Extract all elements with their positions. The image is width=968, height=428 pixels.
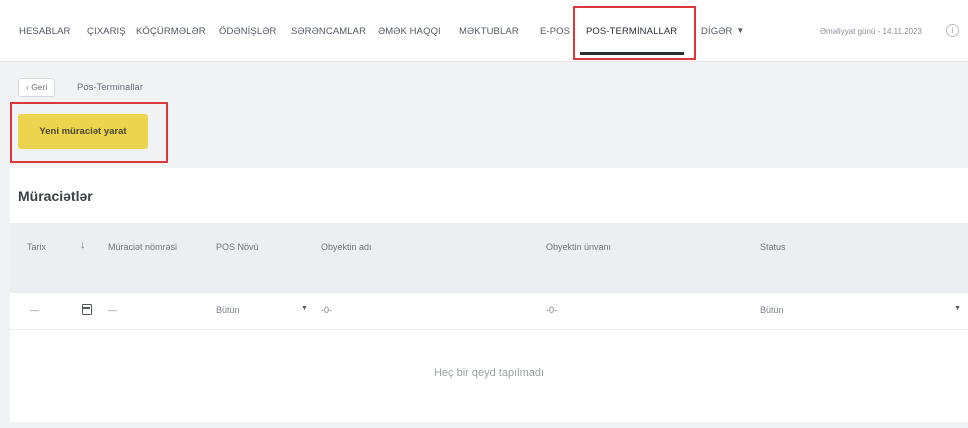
column-application-number[interactable]: Müraciət nömrəsi <box>108 240 178 255</box>
nav-item-orders[interactable]: SƏRƏNCAMLAR <box>291 26 366 37</box>
sort-arrow-icon[interactable]: ↓ <box>80 239 86 251</box>
operation-day: Əməliyyat günü - 14.11.2023 <box>820 27 922 36</box>
nav-item-accounts[interactable]: HESABLAR <box>19 26 71 37</box>
nav-item-e-pos[interactable]: E-POS <box>540 26 570 37</box>
column-object-address[interactable]: Obyektin ünvanı <box>546 240 611 255</box>
chevron-down-icon[interactable]: ▼ <box>301 305 308 312</box>
column-pos-type[interactable]: POS Növü <box>216 240 259 255</box>
nav-item-other-label: DİGƏR <box>701 26 733 37</box>
date-filter-input[interactable]: — <box>30 305 39 315</box>
nav-item-other[interactable]: DİGƏR ▼ <box>701 26 744 37</box>
nav-item-transfers[interactable]: KÖÇÜRMƏLƏR <box>136 26 206 37</box>
nav-item-payments[interactable]: ÖDƏNİŞLƏR <box>219 26 276 37</box>
object-name-filter-input[interactable]: -0- <box>321 305 332 315</box>
pos-terminals-highlight-box <box>573 6 696 60</box>
nav-item-letters[interactable]: MƏKTUBLAR <box>459 26 519 37</box>
column-object-name[interactable]: Obyektin adı <box>321 240 372 255</box>
number-filter-input[interactable]: — <box>108 305 117 315</box>
table-header: Tarix ↓ Müraciət nömrəsi POS Növü Obyekt… <box>10 223 968 293</box>
nav-item-statement[interactable]: ÇIXARIŞ <box>87 26 126 37</box>
filter-row: — — Bütün ▼ -0- -0- Bütün ▼ <box>10 293 968 330</box>
column-date[interactable]: Tarix <box>27 240 46 255</box>
chevron-down-icon[interactable]: ▼ <box>954 305 961 312</box>
chevron-down-icon: ▼ <box>736 26 745 35</box>
status-filter-select[interactable]: Bütün <box>760 305 784 315</box>
pos-type-filter-select[interactable]: Bütün <box>216 305 240 315</box>
column-status[interactable]: Status <box>760 240 786 255</box>
new-application-button[interactable]: Yeni müraciət yarat <box>18 114 148 149</box>
empty-state-message: Heç bir qeyd tapılmadı <box>433 367 545 379</box>
object-address-filter-input[interactable]: -0- <box>546 305 557 315</box>
top-navigation: HESABLAR ÇIXARIŞ KÖÇÜRMƏLƏR ÖDƏNİŞLƏR SƏ… <box>0 0 968 62</box>
applications-panel: Müraciətlər Tarix ↓ Müraciət nömrəsi POS… <box>10 168 968 422</box>
panel-title: Müraciətlər <box>18 188 93 204</box>
breadcrumb-current: Pos-Terminallar <box>77 82 143 93</box>
back-button[interactable]: ‹ Geri <box>18 78 56 97</box>
calendar-icon[interactable] <box>82 304 92 315</box>
nav-item-salary[interactable]: ƏMƏK HAQQI <box>378 26 441 37</box>
info-icon[interactable]: i <box>946 24 959 37</box>
